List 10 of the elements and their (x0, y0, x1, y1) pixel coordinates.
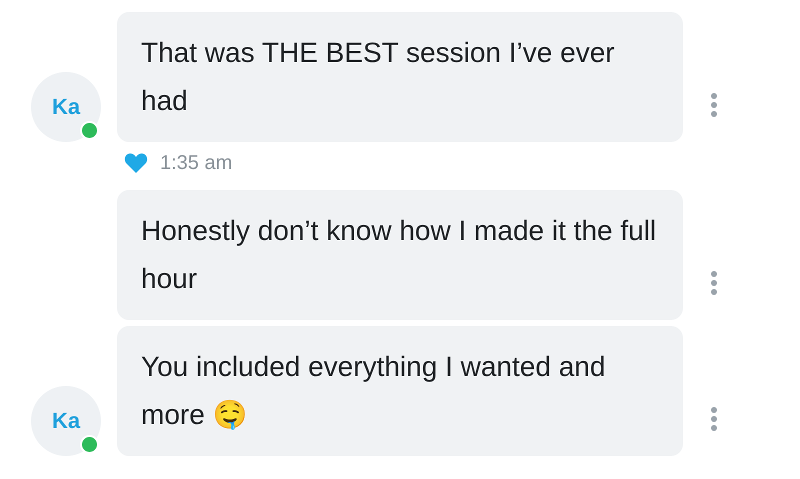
message-bubble: You included everything I wanted and more 🤤 (117, 326, 683, 456)
heart-icon[interactable] (124, 152, 148, 174)
more-options-icon[interactable] (710, 92, 718, 118)
more-options-icon[interactable] (710, 270, 718, 296)
message-bubble: That was THE BEST session I’ve ever had (117, 12, 683, 142)
more-options-icon[interactable] (710, 406, 718, 432)
message-time: 1:35 am (160, 152, 232, 174)
avatar[interactable]: Ka (31, 72, 101, 142)
avatar[interactable]: Ka (31, 386, 101, 456)
message-bubble: Honestly don’t know how I made it the full hour (117, 190, 683, 320)
